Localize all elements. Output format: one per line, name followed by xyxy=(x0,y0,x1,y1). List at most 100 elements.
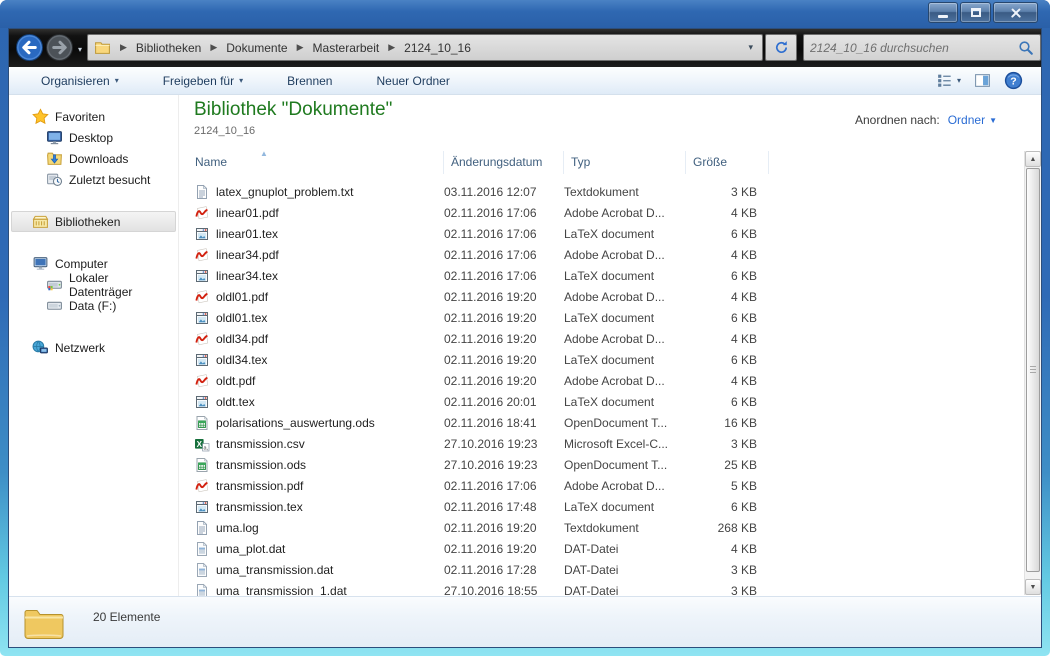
file-name: oldt.pdf xyxy=(216,374,444,388)
dat-file-icon xyxy=(194,583,216,597)
change-view-button[interactable]: ▾ xyxy=(936,72,961,89)
folder-icon xyxy=(22,602,66,643)
pdf-file-icon xyxy=(194,331,216,347)
toolbar-item-brennen[interactable]: Brennen xyxy=(279,70,340,92)
recent-pages-dropdown[interactable]: ▾ xyxy=(78,45,82,54)
toolbar-item-organisieren[interactable]: Organisieren▾ xyxy=(33,70,127,92)
file-row[interactable]: oldt.tex02.11.2016 20:01LaTeX document6 … xyxy=(194,391,1023,412)
breadcrumb-item-dokumente[interactable]: Dokumente xyxy=(226,41,287,55)
file-row[interactable]: latex_gnuplot_problem.txt03.11.2016 12:0… xyxy=(194,181,1023,202)
file-size: 6 KB xyxy=(686,311,769,325)
file-row[interactable]: transmission.ods27.10.2016 19:23OpenDocu… xyxy=(194,454,1023,475)
file-name: uma.log xyxy=(216,521,444,535)
file-row[interactable]: oldl01.tex02.11.2016 19:20LaTeX document… xyxy=(194,307,1023,328)
status-bar: 20 Elemente xyxy=(9,596,1041,647)
pdf-file-icon xyxy=(194,247,216,263)
address-dropdown-arrow[interactable]: ▾ xyxy=(745,42,756,53)
file-row[interactable]: linear01.tex02.11.2016 17:06LaTeX docume… xyxy=(194,223,1023,244)
file-type: OpenDocument T... xyxy=(564,458,686,472)
txt-file-icon xyxy=(194,520,216,536)
location-folder-icon xyxy=(94,39,111,56)
file-row[interactable]: oldl01.pdf02.11.2016 19:20Adobe Acrobat … xyxy=(194,286,1023,307)
breadcrumb-item-bibliotheken[interactable]: Bibliotheken xyxy=(136,41,201,55)
svg-text:X: X xyxy=(197,439,203,448)
svg-text:?: ? xyxy=(1010,76,1016,88)
file-name: oldl01.pdf xyxy=(216,290,444,304)
breadcrumb-item-2124-10-16[interactable]: 2124_10_16 xyxy=(404,41,471,55)
toolbar-item-neuer-ordner[interactable]: Neuer Ordner xyxy=(368,70,457,92)
chevron-down-icon: ▾ xyxy=(957,76,961,85)
sort-ascending-icon: ▲ xyxy=(260,149,268,158)
sidebar-item-desktop[interactable]: Desktop xyxy=(11,127,176,148)
sidebar-item-netzwerk[interactable]: Netzwerk xyxy=(11,337,176,358)
search-box xyxy=(803,34,1041,61)
file-date: 02.11.2016 17:06 xyxy=(444,206,564,220)
column-header-date[interactable]: Änderungsdatum xyxy=(444,151,564,174)
scroll-down-button[interactable]: ▼ xyxy=(1025,579,1041,595)
file-name: transmission.tex xyxy=(216,500,444,514)
address-bar[interactable]: ▶Bibliotheken▶Dokumente▶Masterarbeit▶212… xyxy=(87,34,763,61)
file-row[interactable]: uma_transmission.dat02.11.2016 17:28DAT-… xyxy=(194,559,1023,580)
file-row[interactable]: oldl34.tex02.11.2016 19:20LaTeX document… xyxy=(194,349,1023,370)
preview-pane-button[interactable] xyxy=(974,72,991,89)
help-button[interactable]: ? xyxy=(1004,71,1023,90)
file-row[interactable]: uma_plot.dat02.11.2016 19:20DAT-Datei4 K… xyxy=(194,538,1023,559)
breadcrumb-item-masterarbeit[interactable]: Masterarbeit xyxy=(313,41,380,55)
txt-file-icon xyxy=(194,184,216,200)
network-icon xyxy=(32,339,49,356)
refresh-button[interactable] xyxy=(765,34,797,61)
file-row[interactable]: uma_transmission_1.dat27.10.2016 18:55DA… xyxy=(194,580,1023,596)
file-row[interactable]: transmission.tex02.11.2016 17:48LaTeX do… xyxy=(194,496,1023,517)
file-type: Adobe Acrobat D... xyxy=(564,374,686,388)
sidebar-item-favoriten[interactable]: Favoriten xyxy=(11,106,176,127)
file-row[interactable]: Xa,transmission.csv27.10.2016 19:23Micro… xyxy=(194,433,1023,454)
arrange-by-dropdown[interactable]: Ordner ▼ xyxy=(948,113,997,127)
toolbar-item-freigeben-f-r[interactable]: Freigeben für▾ xyxy=(155,70,251,92)
file-date: 02.11.2016 19:20 xyxy=(444,521,564,535)
breadcrumb-separator-icon: ▶ xyxy=(210,42,217,53)
sidebar-item-label: Netzwerk xyxy=(55,341,105,355)
file-row[interactable]: oldt.pdf02.11.2016 19:20Adobe Acrobat D.… xyxy=(194,370,1023,391)
scrollbar-thumb[interactable] xyxy=(1026,168,1040,572)
file-date: 27.10.2016 19:23 xyxy=(444,437,564,451)
file-type: LaTeX document xyxy=(564,395,686,409)
file-row[interactable]: linear34.pdf02.11.2016 17:06Adobe Acroba… xyxy=(194,244,1023,265)
file-row[interactable]: linear01.pdf02.11.2016 17:06Adobe Acroba… xyxy=(194,202,1023,223)
file-row[interactable]: transmission.pdf02.11.2016 17:06Adobe Ac… xyxy=(194,475,1023,496)
file-row[interactable]: uma.log02.11.2016 19:20Textdokument268 K… xyxy=(194,517,1023,538)
sidebar-item-lokaler-datentr-ger[interactable]: Lokaler Datenträger xyxy=(11,274,176,295)
file-date: 02.11.2016 17:06 xyxy=(444,269,564,283)
close-button[interactable] xyxy=(993,2,1038,23)
title-bar[interactable] xyxy=(0,0,1050,28)
minimize-button[interactable] xyxy=(928,2,958,23)
file-size: 6 KB xyxy=(686,500,769,514)
search-input[interactable] xyxy=(810,41,1018,55)
sidebar-item-downloads[interactable]: Downloads xyxy=(11,148,176,169)
vertical-scrollbar[interactable]: ▲ ▼ xyxy=(1024,151,1041,595)
arrange-by: Anordnen nach: Ordner ▼ xyxy=(855,113,997,127)
column-header-type[interactable]: Typ xyxy=(564,151,686,174)
file-size: 3 KB xyxy=(686,437,769,451)
file-list: latex_gnuplot_problem.txt03.11.2016 12:0… xyxy=(194,181,1023,596)
file-size: 268 KB xyxy=(686,521,769,535)
sidebar-item-bibliotheken[interactable]: Bibliotheken xyxy=(11,211,176,232)
back-button[interactable] xyxy=(15,33,44,62)
file-size: 3 KB xyxy=(686,563,769,577)
file-size: 4 KB xyxy=(686,290,769,304)
file-row[interactable]: linear34.tex02.11.2016 17:06LaTeX docume… xyxy=(194,265,1023,286)
disk-os-icon xyxy=(46,276,63,293)
column-header-size[interactable]: Größe xyxy=(686,151,769,174)
pdf-file-icon xyxy=(194,478,216,494)
forward-button[interactable] xyxy=(45,33,74,62)
ods-file-icon xyxy=(194,457,216,473)
file-row[interactable]: oldl34.pdf02.11.2016 19:20Adobe Acrobat … xyxy=(194,328,1023,349)
file-size: 4 KB xyxy=(686,206,769,220)
file-date: 02.11.2016 17:06 xyxy=(444,227,564,241)
file-size: 6 KB xyxy=(686,395,769,409)
column-header-name[interactable]: ▲ Name xyxy=(194,151,444,174)
scroll-up-button[interactable]: ▲ xyxy=(1025,151,1041,167)
file-row[interactable]: polarisations_auswertung.ods02.11.2016 1… xyxy=(194,412,1023,433)
maximize-button[interactable] xyxy=(960,2,991,23)
arrange-by-value: Ordner xyxy=(948,113,985,127)
sidebar-item-zuletzt-besucht[interactable]: Zuletzt besucht xyxy=(11,169,176,190)
